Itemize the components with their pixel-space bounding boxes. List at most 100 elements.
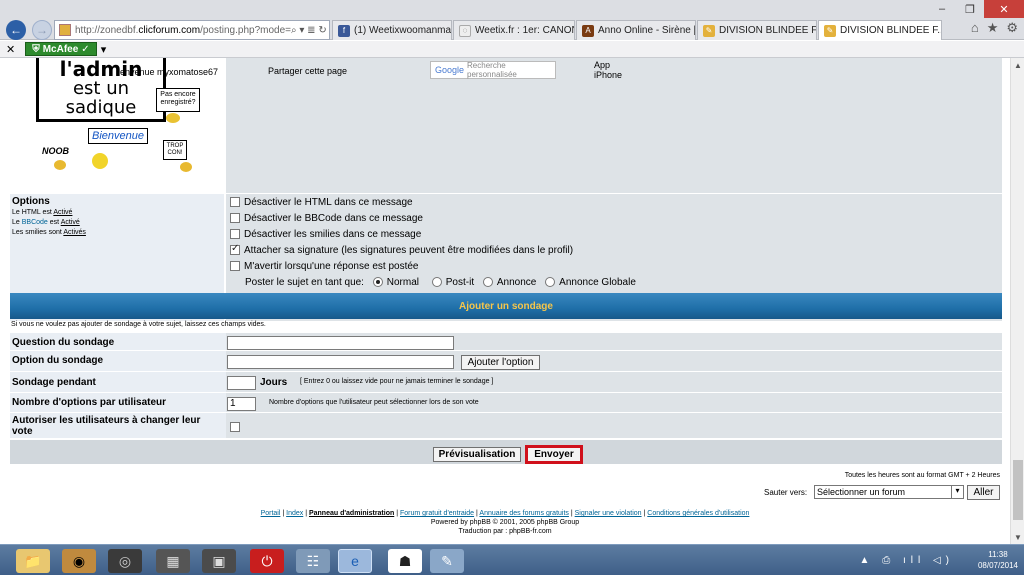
tab-division-2[interactable]: ✎ DIVISION BLINDEE F... ✕	[818, 20, 942, 40]
post-type-global[interactable]: Annonce Globale	[545, 277, 636, 288]
allow-change-checkbox[interactable]	[230, 422, 240, 432]
max-options-hint: Nombre d'options que l'utilisateur peut …	[269, 399, 479, 406]
scroll-thumb[interactable]	[1013, 460, 1023, 520]
timezone-text: Toutes les heures sont au format GMT + 2…	[844, 472, 1000, 479]
url-domain: clicforum.com	[138, 24, 201, 36]
tab-anno[interactable]: A Anno Online - Sirène [R...	[576, 20, 696, 40]
disable-html-option[interactable]: Désactiver le HTML dans ce message	[230, 197, 413, 208]
app-iphone-link[interactable]: App iPhone	[594, 60, 622, 80]
allow-change-cell	[226, 413, 1002, 439]
header-tools-cell: Partager cette page Google Recherche per…	[226, 58, 1002, 194]
address-bar[interactable]: http://zonedbf. clicforum.com/posting.php…	[54, 20, 330, 40]
smilies-status-label: Les smilies sont	[12, 229, 62, 236]
arrow-right-icon: →	[36, 23, 48, 37]
trop-con-sign: TROP CON!	[163, 140, 187, 160]
settings-icon[interactable]: ⚙	[1006, 20, 1018, 36]
minimize-button[interactable]: –	[928, 0, 956, 18]
option-label: Désactiver le BBCode dans ce message	[244, 213, 423, 224]
poll-duration-input[interactable]	[227, 376, 256, 390]
browser-tools: ⌂ ★ ⚙	[971, 20, 1018, 36]
poll-option-label-cell: Option du sondage	[10, 351, 226, 372]
monitor-icon[interactable]: ☷	[296, 549, 330, 573]
poll-question-input[interactable]	[227, 336, 454, 350]
close-addon-bar-icon[interactable]: ✕	[6, 43, 15, 56]
bienvenue-sign: Bienvenue	[88, 128, 148, 144]
scroll-up-icon[interactable]: ▲	[1011, 58, 1024, 72]
app-icon[interactable]: ☗	[388, 549, 422, 573]
share-page-link[interactable]: Partager cette page	[268, 66, 347, 76]
html-status-value: Activé	[53, 209, 73, 216]
favorites-icon[interactable]: ★	[987, 20, 999, 36]
tab-label: DIVISION BLINDEE F...	[840, 25, 942, 36]
page-scrollbar[interactable]: ▲ ▼	[1010, 58, 1024, 544]
scroll-down-icon[interactable]: ▼	[1011, 530, 1024, 544]
submit-button[interactable]: Envoyer	[525, 445, 583, 464]
search-placeholder: Recherche personnalisée	[467, 61, 517, 79]
translation-credit: Traduction par : phpBB-fr.com	[458, 528, 552, 535]
app-icon[interactable]: ◉	[62, 549, 96, 573]
mcafee-button[interactable]: ⛨ McAfee ✓	[25, 42, 97, 56]
footer-link-help[interactable]: Forum gratuit d'entraide	[400, 510, 474, 517]
maximize-button[interactable]: ❐	[956, 0, 984, 18]
url-path: /posting.php?mode=	[200, 24, 291, 36]
close-window-button[interactable]: ✕	[984, 0, 1024, 18]
calculator-icon[interactable]: ▦	[156, 549, 190, 573]
preview-button[interactable]: Prévisualisation	[433, 447, 521, 462]
allow-change-line2: vote	[12, 426, 33, 437]
footer-link-admin-panel[interactable]: Panneau d'administration	[309, 510, 394, 517]
notify-reply-option[interactable]: M'avertir lorsqu'une réponse est postée	[230, 261, 418, 272]
power-icon[interactable]: ⏻	[250, 549, 284, 573]
footer-link-directory[interactable]: Annuaire des forums gratuits	[479, 510, 569, 517]
poll-option-input[interactable]	[227, 355, 454, 369]
radio[interactable]	[545, 277, 556, 288]
footer-link-report[interactable]: Signaler une violation	[575, 510, 642, 517]
media-player-icon[interactable]: ◎	[108, 549, 142, 573]
tray-icons[interactable]: ▲ ⎙ ıll ◁)	[860, 555, 954, 566]
footer-link-terms[interactable]: Conditions générales d'utilisation	[647, 510, 749, 517]
home-icon[interactable]: ⌂	[971, 20, 979, 36]
bbcode-link[interactable]: BBCode	[22, 219, 48, 226]
attach-signature-option[interactable]: Attacher sa signature (les signatures pe…	[230, 243, 573, 256]
internet-explorer-icon[interactable]: e	[338, 549, 372, 573]
footer-link-portail[interactable]: Portail	[261, 510, 281, 517]
tab-division-1[interactable]: ✎ DIVISION BLINDEE FRA...	[697, 20, 817, 40]
checkbox[interactable]	[230, 261, 240, 272]
tab-label: Weetix.fr : 1er: CANON ...	[475, 25, 574, 36]
bbcode-status-value: Activé	[60, 219, 80, 226]
post-type-postit[interactable]: Post-it	[431, 277, 474, 288]
file-explorer-icon[interactable]: 📁	[16, 549, 50, 573]
disable-bbcode-option[interactable]: Désactiver le BBCode dans ce message	[230, 213, 423, 224]
add-option-button[interactable]: Ajouter l'option	[461, 355, 540, 370]
checkbox[interactable]	[230, 197, 240, 208]
paint-icon[interactable]: ✎	[430, 549, 464, 573]
arrow-left-icon: ←	[10, 23, 22, 37]
go-button[interactable]: Aller	[967, 485, 1000, 500]
mcafee-dropdown-icon[interactable]: ▾	[101, 43, 107, 56]
max-options-label-cell: Nombre d'options par utilisateur	[10, 393, 226, 413]
clock-date: 08/07/2014	[977, 561, 1018, 570]
app-icon[interactable]: ▣	[202, 549, 236, 573]
allow-change-line1: Autoriser les utilisateurs à changer leu…	[12, 415, 201, 426]
checkbox-checked[interactable]	[230, 243, 240, 256]
address-controls-icon[interactable]: ⌕ ▾ ≣ ↻	[291, 25, 329, 36]
search-input[interactable]: Google Recherche personnalisée	[430, 61, 556, 79]
checkbox[interactable]	[230, 213, 240, 224]
radio-label: Normal	[386, 277, 419, 288]
forward-button[interactable]: →	[32, 20, 52, 40]
footer-link-index[interactable]: Index	[286, 510, 303, 517]
tab-facebook[interactable]: f (1) Weetixwoomanman	[332, 20, 452, 40]
clock-time: 11:38	[988, 550, 1008, 559]
tab-weetix[interactable]: ◌ Weetix.fr : 1er: CANON ...	[453, 20, 575, 40]
radio-selected[interactable]	[372, 277, 383, 288]
clock[interactable]: 11:38 08/07/2014	[978, 549, 1018, 571]
disable-smilies-option[interactable]: Désactiver les smilies dans ce message	[230, 229, 421, 240]
max-options-input[interactable]: 1	[227, 397, 256, 411]
checkbox[interactable]	[230, 229, 240, 240]
radio[interactable]	[482, 277, 493, 288]
footer-links: Portail | Index | Panneau d'administrati…	[260, 510, 750, 517]
radio[interactable]	[431, 277, 442, 288]
forum-select[interactable]: Sélectionner un forum ▾	[814, 485, 964, 499]
post-type-annonce[interactable]: Annonce	[482, 277, 536, 288]
post-type-normal[interactable]: Normal	[372, 277, 419, 288]
back-button[interactable]: ←	[6, 20, 26, 40]
